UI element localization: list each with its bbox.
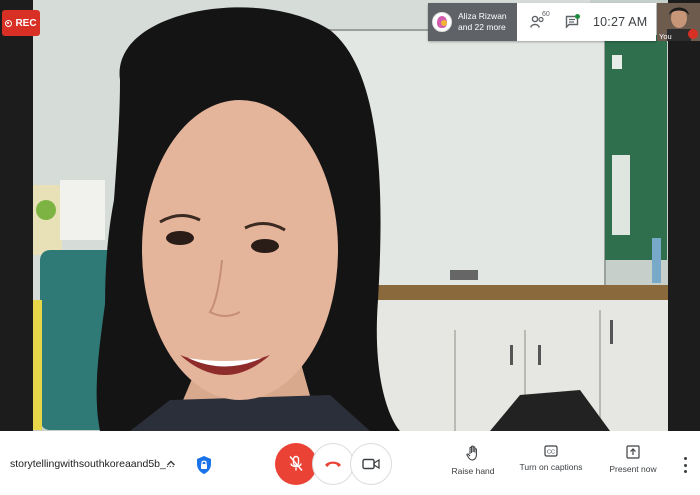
shield-lock-icon — [197, 456, 211, 474]
svg-text:CC: CC — [547, 449, 555, 455]
present-label: Present now — [609, 464, 657, 474]
participant-name: Aliza Rizwan — [458, 11, 507, 21]
meeting-name[interactable]: storytellingwithsouthkoreaand5b_... — [10, 458, 175, 470]
captions-button[interactable]: CC Turn on captions — [519, 445, 583, 472]
camera-toggle-button[interactable] — [350, 443, 392, 485]
presenter-chip[interactable]: Aliza Rizwan and 22 more — [428, 3, 517, 41]
record-icon — [5, 19, 13, 27]
camera-icon — [362, 458, 380, 470]
security-button[interactable] — [195, 455, 213, 475]
captions-icon: CC — [544, 445, 558, 457]
main-video-feed — [0, 0, 700, 431]
letterbox-left — [0, 0, 33, 431]
people-count: 60 — [542, 11, 550, 18]
recording-label: REC — [15, 17, 37, 29]
participant-names: Aliza Rizwan and 22 more — [458, 11, 507, 33]
hand-icon — [466, 445, 477, 461]
control-bar: storytellingwithsouthkoreaand5b_... Rais… — [0, 431, 700, 495]
raise-hand-label: Raise hand — [451, 466, 495, 476]
meet-window: REC Aliza Rizwan and 22 more 60 10:27 AM… — [0, 0, 700, 495]
more-options-button[interactable] — [678, 457, 692, 473]
video-scene — [0, 0, 700, 431]
chat-notification-dot — [575, 14, 580, 19]
self-view-tile[interactable]: You — [657, 3, 700, 41]
raise-hand-button[interactable]: Raise hand — [451, 445, 495, 476]
more-dot — [683, 470, 687, 473]
captions-label: Turn on captions — [519, 462, 583, 472]
chevron-up-icon — [166, 460, 176, 466]
present-button[interactable]: Present now — [609, 445, 657, 474]
letterbox-right — [668, 0, 700, 431]
more-vert-icon — [683, 457, 687, 460]
self-mic-off-icon — [688, 29, 698, 39]
more-dot — [683, 463, 687, 467]
hang-up-button[interactable] — [312, 443, 354, 485]
clock: 10:27 AM — [593, 15, 648, 29]
avatar — [432, 12, 452, 32]
meeting-details-button[interactable] — [164, 456, 178, 470]
recording-badge: REC — [2, 10, 40, 36]
participant-more: and 22 more — [458, 22, 506, 32]
chat-button[interactable] — [559, 9, 585, 35]
mic-toggle-button[interactable] — [275, 443, 317, 485]
self-label: You — [659, 32, 672, 41]
present-icon — [626, 445, 640, 459]
mic-off-icon — [289, 455, 303, 471]
people-button[interactable]: 60 — [525, 9, 551, 35]
hang-up-icon — [325, 461, 341, 467]
meeting-info-bar: Aliza Rizwan and 22 more 60 10:27 AM — [428, 3, 656, 41]
